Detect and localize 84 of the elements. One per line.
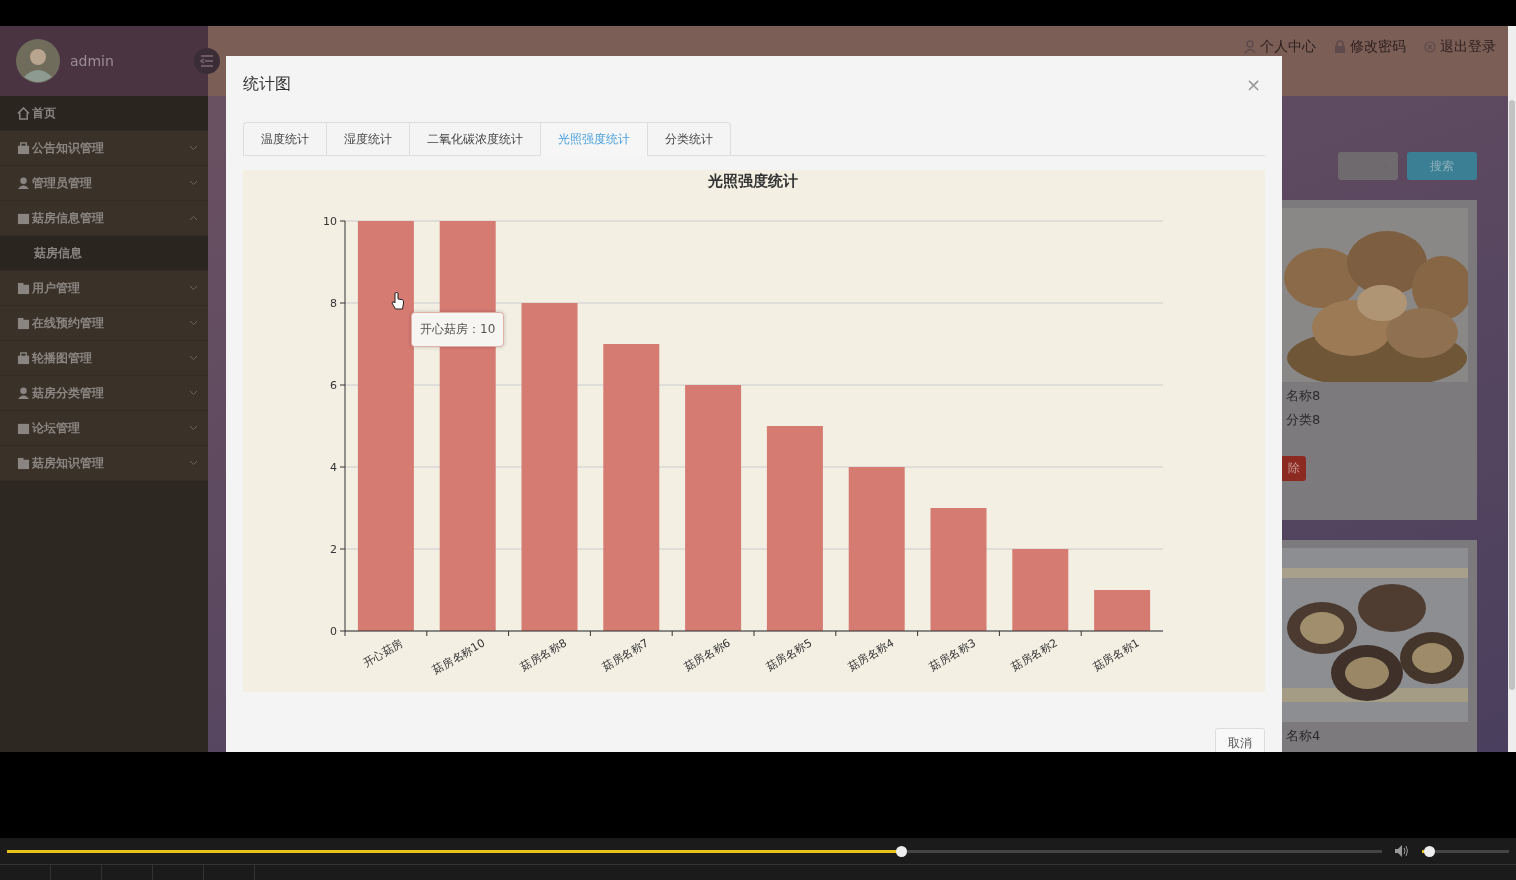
close-circle-icon — [1424, 40, 1436, 54]
sidebar-item[interactable]: 菇房信息管理 — [0, 201, 208, 236]
tab[interactable]: 温度统计 — [243, 122, 326, 156]
header-link[interactable]: 退出登录 — [1424, 38, 1496, 56]
user-name: admin — [70, 53, 114, 69]
menu-item-icon — [17, 351, 30, 365]
cancel-button[interactable]: 取消 — [1215, 728, 1265, 752]
menu-icon[interactable] — [200, 55, 214, 67]
card-text: 名称8 — [1285, 387, 1322, 405]
user-icon — [1244, 40, 1256, 54]
menu-toggle-button[interactable] — [194, 48, 220, 74]
bar[interactable] — [1094, 590, 1151, 631]
tab[interactable]: 二氧化碳浓度统计 — [409, 122, 540, 156]
bar[interactable] — [603, 344, 660, 631]
axis-label: 菇房名称7 — [600, 636, 651, 674]
axis-label: 6 — [330, 379, 337, 392]
header-link[interactable]: 个人中心 — [1244, 38, 1316, 56]
avatar-icon — [16, 39, 60, 83]
axis-label: 2 — [330, 543, 337, 556]
sidebar-item[interactable]: 公告知识管理 — [0, 131, 208, 166]
menu-item-icon — [17, 141, 30, 155]
search-button[interactable]: 搜索 — [1407, 152, 1477, 180]
menu-item-icon — [17, 316, 30, 330]
axis-label: 菇房名称8 — [518, 636, 569, 674]
volume-icon[interactable] — [1394, 844, 1410, 858]
lock-icon — [1334, 40, 1346, 54]
menu-item-icon — [17, 211, 30, 225]
menu-item-icon — [17, 281, 30, 295]
chevron-icon — [189, 320, 198, 326]
axis-label: 菇房名称5 — [763, 636, 815, 674]
chevron-icon — [189, 180, 198, 186]
scrollbar[interactable] — [1508, 26, 1516, 752]
menu-item-icon — [17, 386, 30, 400]
axis-label: 4 — [330, 461, 337, 474]
axis-label: 菇房名称2 — [1009, 636, 1060, 674]
progress-thumb[interactable] — [895, 845, 907, 857]
sidebar-item[interactable]: 论坛管理 — [0, 411, 208, 446]
home-icon — [17, 106, 30, 120]
sidebar-item[interactable]: 轮播图管理 — [0, 341, 208, 376]
bar[interactable] — [848, 467, 905, 631]
axis-label: 菇房名称4 — [845, 636, 897, 674]
chevron-icon — [189, 285, 198, 291]
bar[interactable] — [521, 303, 578, 631]
chevron-icon — [189, 215, 198, 221]
axis-label: 菇房名称6 — [681, 636, 733, 674]
delete-button[interactable]: 除 — [1282, 456, 1306, 481]
axis-label: 开心菇房 — [360, 636, 406, 670]
tab[interactable]: 光照强度统计 — [540, 122, 647, 156]
card-text: 名称4 — [1285, 727, 1322, 745]
axis-label: 菇房名称3 — [927, 636, 978, 674]
sidebar-item[interactable]: 管理员管理 — [0, 166, 208, 201]
menu-item-icon — [17, 176, 30, 190]
menu-item-icon — [17, 456, 30, 470]
bar[interactable] — [930, 508, 987, 631]
modal-title: 统计图 — [243, 73, 291, 95]
chevron-icon — [189, 145, 198, 151]
close-button[interactable]: × — [1241, 73, 1265, 95]
tooltip: 开心菇房：10 — [411, 312, 505, 347]
chevron-icon — [189, 460, 198, 466]
axis-label: 菇房名称1 — [1090, 636, 1142, 674]
axis-label: 10 — [323, 215, 337, 228]
bar[interactable] — [1012, 549, 1069, 631]
chevron-icon — [189, 390, 198, 396]
axis-label: 8 — [330, 297, 337, 310]
axis-label: 菇房名称10 — [430, 636, 488, 677]
tab[interactable]: 分类统计 — [647, 122, 731, 156]
sidebar-item[interactable]: 首页 — [0, 96, 208, 131]
sidebar-item[interactable]: 在线预约管理 — [0, 306, 208, 341]
sidebar-item[interactable]: 菇房分类管理 — [0, 376, 208, 411]
hand-cursor-icon — [391, 292, 405, 310]
axis-label: 0 — [330, 625, 337, 638]
volume-thumb[interactable] — [1423, 845, 1435, 857]
header-link[interactable]: 修改密码 — [1334, 38, 1406, 56]
tab[interactable]: 湿度统计 — [326, 122, 409, 156]
chevron-icon — [189, 355, 198, 361]
menu-item-icon — [17, 421, 30, 435]
chevron-icon — [189, 425, 198, 431]
sidebar-item[interactable]: 用户管理 — [0, 271, 208, 306]
chart-title: 光照强度统计 — [708, 172, 798, 190]
select-field[interactable] — [1338, 152, 1398, 180]
card-text: 分类8 — [1285, 411, 1322, 429]
bar[interactable] — [357, 221, 414, 631]
sidebar-subitem[interactable]: 菇房信息 — [0, 236, 208, 271]
sidebar-item[interactable]: 菇房知识管理 — [0, 446, 208, 481]
